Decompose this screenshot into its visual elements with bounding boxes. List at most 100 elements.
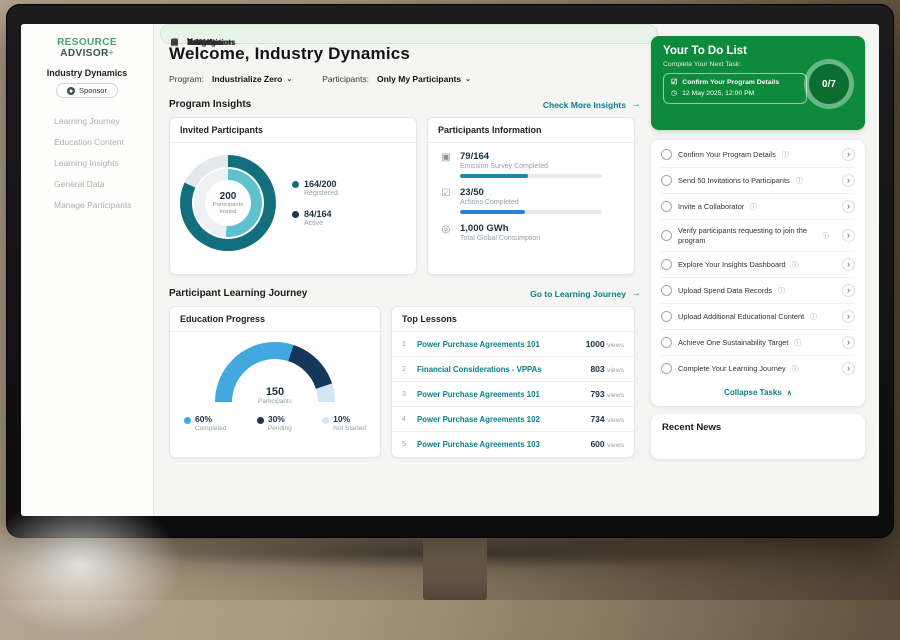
clock-icon: ◷ bbox=[671, 89, 677, 100]
chevron-right-icon[interactable]: › bbox=[842, 336, 855, 349]
sidebar-item-education-content[interactable]: Education Content bbox=[21, 131, 153, 152]
todo-summary-card: Your To Do List Complete Your Next Task:… bbox=[651, 36, 865, 130]
legend-pending: 30% Pending bbox=[257, 414, 292, 432]
info-icon[interactable]: ⓘ bbox=[778, 286, 785, 296]
gauge-center-label: Participants bbox=[215, 398, 335, 404]
legend-registered: 164/200 Registered bbox=[292, 179, 338, 197]
main-content: Welcome, Industry Dynamics Program: Indu… bbox=[153, 24, 651, 516]
filters-row: Program: Industrialize Zero ⌄ Participan… bbox=[169, 74, 641, 84]
chevron-down-icon: ⌄ bbox=[465, 75, 471, 83]
invited-participants-donut: 200 Participants Invited bbox=[180, 155, 276, 251]
recent-news-card[interactable]: Recent News bbox=[651, 414, 865, 459]
legend-dot bbox=[292, 181, 299, 188]
sponsor-badge: Sponsor bbox=[56, 83, 118, 98]
emission-survey-row: ▣ 79/164 Emission Survey Completed bbox=[440, 151, 622, 178]
legend-dot bbox=[184, 417, 191, 424]
lesson-link[interactable]: Power Purchase Agreements 101 bbox=[417, 340, 579, 349]
info-icon[interactable]: ⓘ bbox=[822, 231, 829, 241]
page-title: Welcome, Industry Dynamics bbox=[169, 44, 641, 64]
task-checkbox[interactable] bbox=[661, 285, 672, 296]
task-checkbox[interactable] bbox=[661, 311, 672, 322]
chevron-right-icon[interactable]: › bbox=[842, 310, 855, 323]
brand-plus: + bbox=[109, 48, 114, 57]
chevron-right-icon[interactable]: › bbox=[842, 362, 855, 375]
legend-not-started: 10% Not Started bbox=[322, 414, 366, 432]
participants-filter-label: Participants: bbox=[322, 74, 369, 84]
invited-participants-card: Invited Participants 200 Participants In… bbox=[169, 117, 417, 275]
app-logo: RESOURCE ADVISOR+ bbox=[21, 24, 153, 59]
donut-center-label: Participants Invited bbox=[208, 202, 248, 215]
todo-item[interactable]: Achieve One Sustainability Target ⓘ › bbox=[661, 330, 855, 356]
lesson-link[interactable]: Power Purchase Agreements 101 bbox=[417, 390, 583, 399]
task-checkbox[interactable] bbox=[661, 337, 672, 348]
chevron-right-icon[interactable]: › bbox=[842, 229, 855, 242]
chevron-right-icon[interactable]: › bbox=[842, 174, 855, 187]
brand-part-2: ADVISOR bbox=[60, 48, 108, 59]
task-check-icon: ☑ bbox=[671, 78, 677, 89]
sponsor-badge-label: Sponsor bbox=[79, 86, 107, 95]
todo-item[interactable]: Complete Your Learning Journey ⓘ › bbox=[661, 356, 855, 381]
check-more-insights-link[interactable]: Check More Insights → bbox=[543, 99, 641, 110]
task-checkbox[interactable] bbox=[661, 175, 672, 186]
info-icon[interactable]: ⓘ bbox=[792, 260, 799, 270]
chevron-right-icon[interactable]: › bbox=[842, 148, 855, 161]
program-select[interactable]: Industrialize Zero ⌄ bbox=[212, 74, 292, 84]
info-icon[interactable]: ⓘ bbox=[750, 202, 757, 212]
top-lessons-card: Top Lessons 1 Power Purchase Agreements … bbox=[391, 306, 635, 458]
chevron-down-icon: ⌄ bbox=[286, 75, 292, 83]
sidebar-item-manage-participants[interactable]: Manage Participants bbox=[21, 194, 153, 215]
sponsor-icon bbox=[67, 87, 75, 95]
todo-item[interactable]: Send 50 Invitations to Participants ⓘ › bbox=[661, 168, 855, 194]
lesson-link[interactable]: Financial Considerations - VPPAs bbox=[417, 365, 583, 374]
info-icon[interactable]: ⓘ bbox=[810, 312, 817, 322]
task-checkbox[interactable] bbox=[661, 201, 672, 212]
lesson-row: 4 Power Purchase Agreements 102 734 view… bbox=[392, 407, 634, 432]
arrow-right-icon: → bbox=[631, 288, 641, 299]
section-title-program-insights: Program Insights bbox=[169, 99, 251, 110]
chevron-right-icon[interactable]: › bbox=[842, 258, 855, 271]
brand-part-1: RESOURCE bbox=[57, 37, 117, 48]
task-checkbox[interactable] bbox=[661, 230, 672, 241]
app-window: RESOURCE ADVISOR+ Industry Dynamics Spon… bbox=[21, 24, 879, 516]
info-icon[interactable]: ⓘ bbox=[782, 150, 789, 160]
go-to-learning-journey-link[interactable]: Go to Learning Journey → bbox=[530, 288, 641, 299]
progress-bar bbox=[460, 210, 602, 214]
info-icon[interactable]: ⓘ bbox=[796, 176, 803, 186]
lesson-link[interactable]: Power Purchase Agreements 102 bbox=[417, 415, 583, 424]
card-title: Top Lessons bbox=[392, 307, 634, 332]
education-progress-card: Education Progress 150 Participants 60% bbox=[169, 306, 381, 458]
info-icon[interactable]: ⓘ bbox=[794, 338, 801, 348]
progress-bar bbox=[460, 174, 602, 178]
todo-item[interactable]: Invite a Collaborator ⓘ › bbox=[661, 194, 855, 220]
task-checkbox[interactable] bbox=[661, 259, 672, 270]
global-consumption-row: ◎ 1,000 GWh Total Global Consumption bbox=[440, 223, 622, 242]
legend-dot bbox=[322, 417, 329, 424]
todo-item[interactable]: Confirm Your Program Details ⓘ › bbox=[661, 142, 855, 168]
todo-tasks-card: Confirm Your Program Details ⓘ › Send 50… bbox=[651, 140, 865, 406]
todo-item[interactable]: Upload Additional Educational Content ⓘ … bbox=[661, 304, 855, 330]
chevron-right-icon[interactable]: › bbox=[842, 284, 855, 297]
sidebar-item-general-data[interactable]: General Data bbox=[21, 173, 153, 194]
todo-item[interactable]: Upload Spend Data Records ⓘ › bbox=[661, 278, 855, 304]
collapse-tasks-link[interactable]: Collapse Tasks ∧ bbox=[661, 381, 855, 402]
task-checkbox[interactable] bbox=[661, 363, 672, 374]
lesson-link[interactable]: Power Purchase Agreements 103 bbox=[417, 440, 583, 449]
todo-progress-value: 0/7 bbox=[822, 79, 836, 90]
info-icon[interactable]: ⓘ bbox=[792, 364, 799, 374]
todo-item[interactable]: Verify participants requesting to join t… bbox=[661, 220, 855, 252]
sidebar-item-learning-insights[interactable]: Learning Insights bbox=[21, 152, 153, 173]
participants-information-card: Participants Information ▣ 79/164 Emissi… bbox=[427, 117, 635, 275]
card-title: Participants Information bbox=[428, 118, 634, 143]
consumption-icon: ◎ bbox=[440, 224, 452, 242]
task-checkbox[interactable] bbox=[661, 149, 672, 160]
lesson-row: 3 Power Purchase Agreements 101 793 view… bbox=[392, 382, 634, 407]
sidebar-item-learning-journey[interactable]: Learning Journey bbox=[21, 110, 153, 131]
chevron-right-icon[interactable]: › bbox=[842, 200, 855, 213]
recent-news-title: Recent News bbox=[662, 422, 854, 433]
arrow-right-icon: → bbox=[631, 99, 641, 110]
card-title: Invited Participants bbox=[170, 118, 416, 143]
todo-item[interactable]: Explore Your Insights Dashboard ⓘ › bbox=[661, 252, 855, 278]
participants-select[interactable]: Only My Participants ⌄ bbox=[377, 74, 471, 84]
monitor-stand bbox=[423, 532, 487, 600]
next-task-box[interactable]: ☑ Confirm Your Program Details ◷ 12 May … bbox=[663, 73, 807, 104]
